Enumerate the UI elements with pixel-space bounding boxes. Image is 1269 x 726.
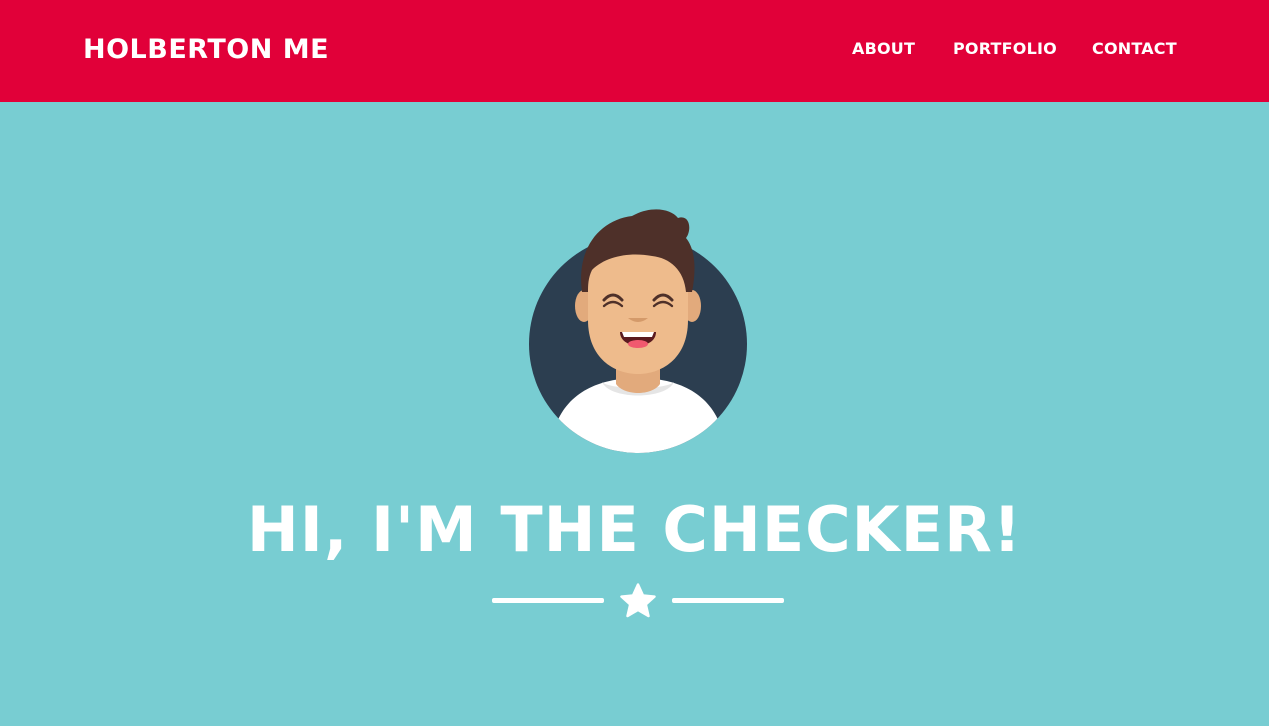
brand-logo-link[interactable]: HOLBERTON ME (83, 32, 329, 68)
nav-link-portfolio[interactable]: PORTFOLIO (953, 39, 1057, 59)
navbar: HOLBERTON ME ABOUT PORTFOLIO CONTACT (0, 0, 1269, 102)
nav-link-contact[interactable]: CONTACT (1092, 39, 1177, 59)
divider-line-right (672, 598, 784, 603)
nav-link-about[interactable]: ABOUT (852, 39, 915, 59)
divider-line-left (492, 598, 604, 603)
avatar-icon (529, 209, 747, 453)
hero-title: HI, I'M THE CHECKER! (246, 493, 1023, 566)
star-icon (620, 583, 656, 618)
